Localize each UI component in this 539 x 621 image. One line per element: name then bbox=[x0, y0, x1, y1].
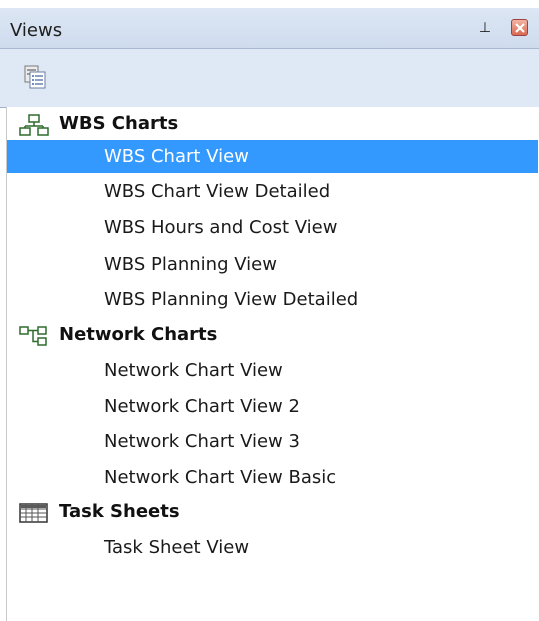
task-sheet-icon bbox=[19, 502, 49, 534]
list-item-label: Network Chart View 2 bbox=[104, 396, 300, 417]
list-item-label: WBS Chart View bbox=[104, 146, 249, 167]
list-item-wbs-planning-view-detailed[interactable]: WBS Planning View Detailed bbox=[7, 283, 538, 316]
list-item-wbs-chart-view-detailed[interactable]: WBS Chart View Detailed bbox=[7, 175, 538, 208]
list-item-network-chart-view[interactable]: Network Chart View bbox=[7, 354, 538, 387]
list-item-label: WBS Hours and Cost View bbox=[104, 217, 338, 238]
list-item-label: Network Chart View 3 bbox=[104, 431, 300, 452]
close-icon[interactable] bbox=[511, 19, 528, 36]
panel-toolbar bbox=[0, 49, 539, 108]
group-label: Network Charts bbox=[59, 324, 218, 345]
list-item-network-chart-view-basic[interactable]: Network Chart View Basic bbox=[7, 461, 538, 494]
views-panel: Views ⊥ WBS Charts WBS Chart View WBS Ch… bbox=[0, 0, 539, 621]
list-item-wbs-planning-view[interactable]: WBS Planning View bbox=[7, 248, 538, 281]
list-item-network-chart-view-3[interactable]: Network Chart View 3 bbox=[7, 425, 538, 458]
panel-title-bar: Views ⊥ bbox=[0, 8, 539, 49]
list-item-network-chart-view-2[interactable]: Network Chart View 2 bbox=[7, 390, 538, 423]
list-item-task-sheet-view[interactable]: Task Sheet View bbox=[7, 531, 538, 564]
view-list-icon[interactable] bbox=[24, 65, 46, 93]
list-item-label: Network Chart View bbox=[104, 360, 283, 381]
list-item-label: Network Chart View Basic bbox=[104, 467, 337, 488]
list-item-label: WBS Planning View bbox=[104, 254, 277, 275]
list-item-wbs-hours-cost-view[interactable]: WBS Hours and Cost View bbox=[7, 211, 538, 244]
network-chart-icon bbox=[19, 325, 49, 357]
pin-icon[interactable]: ⊥ bbox=[476, 19, 494, 37]
list-item-label: Task Sheet View bbox=[104, 537, 250, 558]
list-item-label: WBS Chart View Detailed bbox=[104, 181, 331, 202]
views-tree: WBS Charts WBS Chart View WBS Chart View… bbox=[6, 107, 539, 621]
group-label: Task Sheets bbox=[59, 501, 180, 522]
panel-title: Views bbox=[10, 20, 63, 41]
list-item-wbs-chart-view[interactable]: WBS Chart View bbox=[7, 140, 538, 173]
list-item-label: WBS Planning View Detailed bbox=[104, 289, 359, 310]
group-label: WBS Charts bbox=[59, 113, 179, 134]
